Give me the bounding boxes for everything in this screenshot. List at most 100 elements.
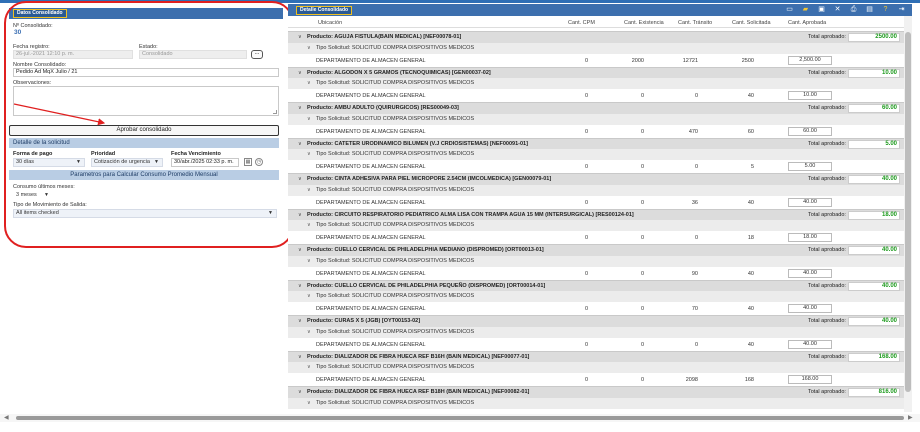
total-aprobado-value: 816.00 — [848, 388, 900, 397]
scroll-right-icon[interactable]: ▶ — [908, 414, 913, 421]
product-row[interactable]: ∨ Producto: AGUJA FISTULA(BAIN MEDICAL) [… — [288, 31, 912, 43]
chevron-down-icon[interactable]: ∨ — [298, 34, 302, 40]
chevron-down-icon[interactable]: ∨ — [307, 329, 311, 335]
observaciones-textarea[interactable] — [13, 86, 279, 116]
product-row[interactable]: ∨ Producto: CINTA ADHESIVA PARA PIEL MICR… — [288, 173, 912, 185]
cant-aprobada-input[interactable]: 2,500.00 — [788, 55, 832, 65]
chevron-down-icon[interactable]: ∨ — [298, 176, 302, 182]
chevron-down-icon: ▼ — [268, 210, 273, 216]
cant-existencia: 0 — [640, 270, 644, 277]
product-row[interactable]: ∨ Producto: AMBU ADULTO (QUIRURGICOS) [RE… — [288, 102, 912, 114]
cant-aprobada-input[interactable]: 40.00 — [788, 268, 832, 278]
product-row[interactable]: ∨ Producto: CATETER URODINAMICO BILUMEN (… — [288, 137, 912, 149]
tipo-solicitud-row[interactable]: ∨ Tipo Solicitud: SOLICITUD COMPRA DISPOS… — [288, 149, 912, 160]
cant-cpm: 0 — [584, 377, 588, 383]
cant-aprobada-input[interactable]: 60.00 — [788, 126, 832, 136]
product-name: Producto: CUELLO CERVICAL DE PHILADELPHI… — [307, 282, 546, 289]
scroll-left-icon[interactable]: ◀ — [4, 414, 9, 421]
tipo-solicitud-label: Tipo Solicitud: SOLICITUD COMPRA DISPOSI… — [316, 186, 475, 193]
tipo-solicitud-label: Tipo Solicitud: SOLICITUD COMPRA DISPOSI… — [316, 364, 475, 370]
print-icon[interactable]: ⎙ — [849, 5, 858, 14]
tipo-solicitud-row[interactable]: ∨ Tipo Solicitud: SOLICITUD COMPRA DISPOS… — [288, 184, 912, 196]
chevron-down-icon[interactable]: ∨ — [298, 105, 302, 111]
chevron-down-icon[interactable]: ∨ — [307, 151, 311, 157]
cant-aprobada-input[interactable]: 18.00 — [788, 233, 832, 242]
product-row[interactable]: ∨ Producto: CURAS X 5 (JGB) [OYT00153-02]… — [288, 315, 912, 327]
total-aprobado-value: 10.00 — [848, 68, 900, 78]
horizontal-scroll-thumb[interactable] — [16, 416, 904, 420]
export-icon[interactable]: ▤ — [865, 5, 874, 14]
chevron-down-icon[interactable]: ∨ — [307, 222, 311, 228]
cant-existencia: 0 — [640, 93, 644, 99]
chevron-down-icon[interactable]: ∨ — [298, 141, 302, 147]
help-icon[interactable]: ? — [881, 5, 890, 14]
product-row[interactable]: ∨ Producto: ALGODON X 5 GRAMOS (TECNOQUIM… — [288, 66, 912, 78]
document-icon[interactable]: ▭ — [785, 5, 794, 14]
nombre-consolidado-input[interactable]: Pedido Ad MqX Julio / 21 — [13, 68, 279, 77]
col-existencia[interactable]: Cant. Existencia — [624, 20, 664, 26]
product-row[interactable]: ∨ Producto: CIRCUITO RESPIRATORIO PEDIATR… — [288, 208, 912, 220]
fecha-vencimiento-input[interactable]: 30/abr./2025 02:33 p. m. — [171, 158, 239, 167]
cant-aprobada-input[interactable]: 40.00 — [788, 197, 832, 207]
chevron-down-icon[interactable]: ∨ — [298, 354, 302, 360]
col-solicitada[interactable]: Cant. Solicitada — [732, 20, 771, 26]
col-cpm[interactable]: Cant. CPM — [568, 20, 595, 26]
tipo-solicitud-row[interactable]: ∨ Tipo Solicitud: SOLICITUD COMPRA DISPOS… — [288, 397, 912, 409]
forma-pago-select[interactable]: 30 días ▼ — [13, 158, 85, 167]
cant-aprobada-input[interactable]: 40.00 — [788, 304, 832, 313]
tipo-solicitud-row[interactable]: ∨ Tipo Solicitud: SOLICITUD COMPRA DISPOS… — [288, 42, 912, 54]
chevron-down-icon[interactable]: ∨ — [307, 400, 311, 406]
folder-icon[interactable]: ▰ — [801, 5, 810, 14]
cant-solicitada: 40 — [747, 341, 754, 348]
resize-handle-icon[interactable] — [273, 110, 277, 114]
prioridad-select[interactable]: Cotización de urgencia ▼ — [91, 158, 163, 167]
chevron-down-icon[interactable]: ∨ — [298, 247, 302, 253]
chevron-down-icon[interactable]: ∨ — [298, 318, 302, 324]
col-transito[interactable]: Cant. Tránsito — [678, 20, 712, 26]
tipo-solicitud-row[interactable]: ∨ Tipo Solicitud: SOLICITUD COMPRA DISPOS… — [288, 220, 912, 231]
col-ubicacion[interactable]: Ubicación — [318, 20, 342, 26]
tipo-solicitud-row[interactable]: ∨ Tipo Solicitud: SOLICITUD COMPRA DISPOS… — [288, 326, 912, 338]
cant-aprobada-input[interactable]: 5.00 — [788, 162, 832, 171]
tipo-solicitud-row[interactable]: ∨ Tipo Solicitud: SOLICITUD COMPRA DISPOS… — [288, 255, 912, 267]
chevron-down-icon[interactable]: ∨ — [307, 187, 311, 193]
delete-icon[interactable]: ✕ — [833, 5, 842, 14]
estado-lookup-button[interactable]: ... — [251, 50, 263, 59]
clock-icon[interactable]: ◷ — [255, 158, 263, 166]
cant-existencia: 0 — [640, 377, 644, 383]
chevron-down-icon[interactable]: ∨ — [307, 45, 311, 51]
cant-aprobada-input[interactable]: 168.00 — [788, 375, 832, 384]
chevron-down-icon[interactable]: ∨ — [307, 116, 311, 122]
tipo-solicitud-row[interactable]: ∨ Tipo Solicitud: SOLICITUD COMPRA DISPOS… — [288, 113, 912, 125]
department-name: DEPARTAMENTO DE ALMACEN GENERAL — [316, 341, 426, 348]
consumo-meses-select[interactable]: 3 meses ▼ — [13, 191, 53, 200]
exit-icon[interactable]: ⇥ — [897, 5, 906, 14]
cant-aprobada-input[interactable]: 10.00 — [788, 91, 832, 100]
chevron-down-icon[interactable]: ∨ — [298, 389, 302, 395]
chevron-down-icon[interactable]: ∨ — [307, 80, 311, 86]
col-aprobada[interactable]: Cant. Aprobada — [788, 20, 826, 26]
product-row[interactable]: ∨ Producto: CUELLO CERVICAL DE PHILADELPH… — [288, 279, 912, 291]
chevron-down-icon[interactable]: ∨ — [298, 70, 302, 76]
product-row[interactable]: ∨ Producto: DIALIZADOR DE FIBRA HUECA REF… — [288, 386, 912, 398]
product-row[interactable]: ∨ Producto: DIALIZADOR DE FIBRA HUECA REF… — [288, 350, 912, 362]
chevron-down-icon[interactable]: ∨ — [298, 283, 302, 289]
chevron-down-icon[interactable]: ∨ — [298, 212, 302, 218]
aprobar-consolidado-button[interactable]: Aprobar consolidado — [9, 125, 279, 136]
tipo-solicitud-row[interactable]: ∨ Tipo Solicitud: SOLICITUD COMPRA DISPOS… — [288, 291, 912, 302]
save-icon[interactable]: ▣ — [817, 5, 826, 14]
calendar-icon[interactable]: ▦ — [244, 158, 252, 166]
tipo-movimiento-select[interactable]: All items checked ▼ — [13, 209, 277, 218]
chevron-down-icon[interactable]: ∨ — [307, 293, 311, 299]
tipo-solicitud-row[interactable]: ∨ Tipo Solicitud: SOLICITUD COMPRA DISPOS… — [288, 78, 912, 89]
chevron-down-icon[interactable]: ∨ — [307, 258, 311, 264]
chevron-down-icon[interactable]: ∨ — [307, 364, 311, 370]
vertical-scroll-thumb[interactable] — [905, 32, 911, 392]
tipo-solicitud-row[interactable]: ∨ Tipo Solicitud: SOLICITUD COMPRA DISPOS… — [288, 362, 912, 373]
product-row[interactable]: ∨ Producto: CUELLO CERVICAL DE PHILADELPH… — [288, 244, 912, 256]
cant-aprobada-input[interactable]: 40.00 — [788, 339, 832, 349]
department-row: DEPARTAMENTO DE ALMACEN GENERAL 0 0 0 5 5.00 — [288, 160, 912, 173]
vertical-scrollbar[interactable] — [904, 16, 912, 412]
cant-cpm: 0 — [584, 128, 588, 135]
horizontal-scrollbar[interactable]: ◀ ▶ — [0, 414, 920, 422]
